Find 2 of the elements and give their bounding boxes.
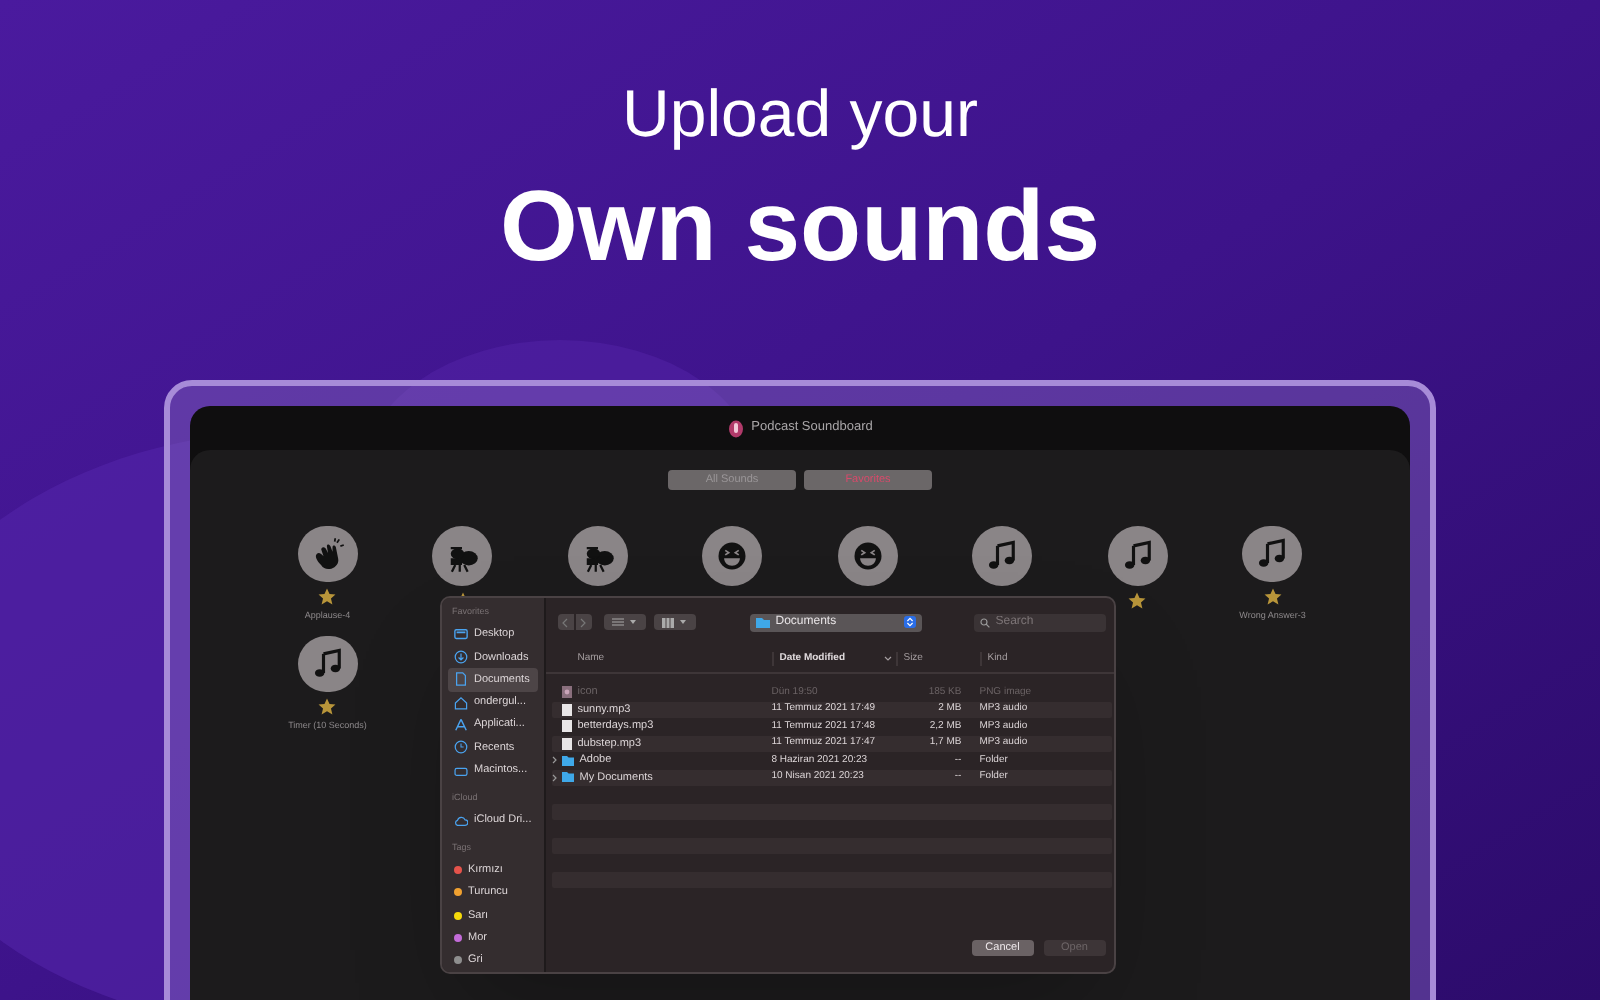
headline-line: Upload your xyxy=(622,76,978,152)
headline-title: Own sounds xyxy=(500,168,1100,284)
